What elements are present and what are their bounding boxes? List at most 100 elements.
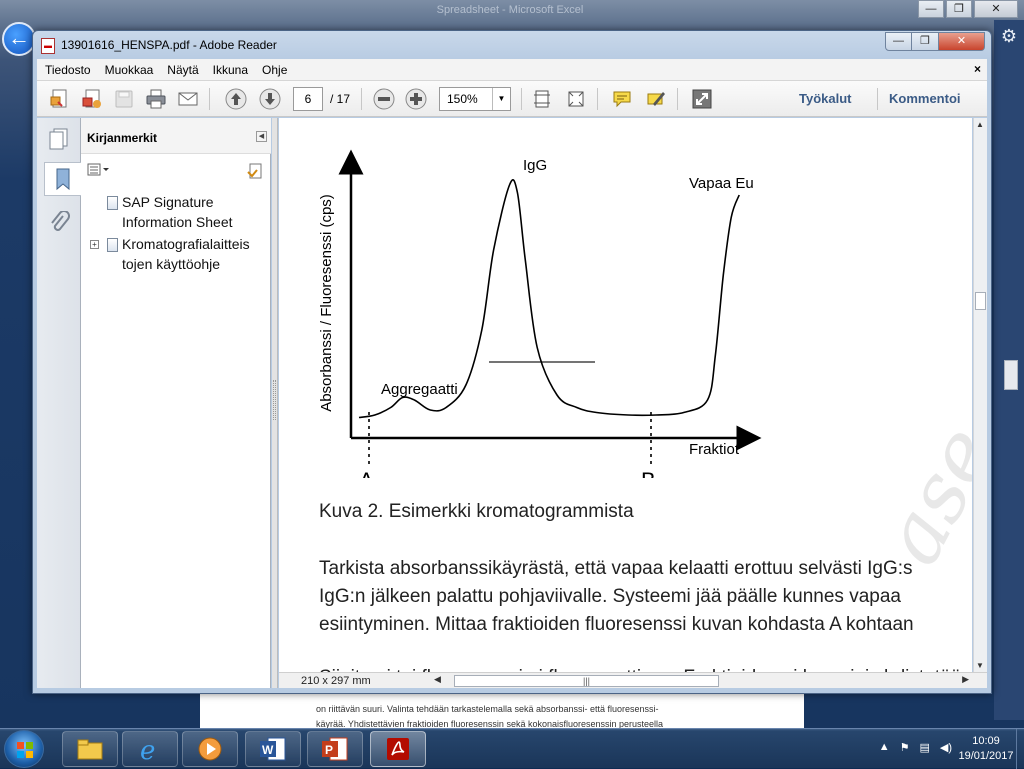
close-document-button[interactable]: ×	[974, 62, 981, 76]
gear-icon[interactable]: ⚙	[994, 26, 1024, 47]
adobe-reader-window: ▬ 13901616_HENSPA.pdf - Adobe Reader — ❐…	[32, 30, 992, 694]
scroll-right-icon[interactable]: ▶	[962, 674, 969, 685]
minimize-button[interactable]: —	[885, 32, 912, 51]
create-pdf-combine-icon[interactable]	[79, 86, 105, 112]
toolbar-separator	[877, 88, 878, 110]
panel-splitter[interactable]	[272, 118, 278, 688]
show-hidden-icons-icon[interactable]: ▲	[879, 741, 890, 754]
save-icon[interactable]	[111, 86, 137, 112]
maximize-button[interactable]: ❐	[912, 32, 939, 51]
body-line: esiintyminen. Mittaa fraktioiden fluores…	[319, 614, 914, 635]
menu-edit[interactable]: Muokkaa	[98, 63, 161, 77]
bookmark-label-line: SAP Signature	[122, 194, 214, 210]
bookmarks-icon[interactable]	[44, 162, 81, 196]
word-icon[interactable]: W	[245, 731, 301, 767]
email-icon[interactable]	[175, 86, 201, 112]
bookmark-options-icon[interactable]	[87, 163, 109, 180]
page-total-label: / 17	[330, 92, 351, 106]
toolbar-separator	[597, 88, 598, 110]
page-thumbnails-icon[interactable]	[44, 122, 74, 156]
tools-pane-button[interactable]: Työkalut	[799, 91, 852, 106]
title-bar[interactable]: ▬ 13901616_HENSPA.pdf - Adobe Reader — ❐…	[33, 31, 991, 59]
background-scrollbar[interactable]	[1004, 360, 1018, 390]
toolbar-separator	[521, 88, 522, 110]
background-window-buttons: — ❐ ✕	[918, 0, 1018, 18]
attachments-icon[interactable]	[44, 206, 74, 240]
print-icon[interactable]	[143, 86, 169, 112]
vertical-scroll-thumb[interactable]	[975, 292, 986, 310]
background-doc-line: on riittävän suuri. Valinta tehdään tark…	[316, 704, 659, 714]
toolbar: 6 / 17 150% ▼ Työkalut Kommentoi	[37, 81, 987, 117]
vertical-scrollbar[interactable]: ▲ ▼	[973, 118, 987, 688]
bookmarks-header: Kirjanmerkit ◀	[81, 118, 271, 154]
full-screen-icon[interactable]	[689, 86, 715, 112]
next-page-icon[interactable]	[257, 86, 283, 112]
expand-icon[interactable]: +	[90, 240, 99, 249]
menu-help[interactable]: Ohje	[255, 63, 294, 77]
menu-view[interactable]: Näytä	[160, 63, 205, 77]
fit-width-icon[interactable]	[563, 86, 589, 112]
bookmark-item[interactable]: SAP Signature Information Sheet	[122, 192, 233, 232]
create-pdf-icon[interactable]	[47, 86, 73, 112]
close-icon[interactable]: ✕	[974, 0, 1018, 18]
zoom-out-icon[interactable]	[371, 86, 397, 112]
navigation-pane-icons	[37, 118, 81, 688]
bookmarks-title: Kirjanmerkit	[87, 131, 158, 145]
maximize-icon[interactable]: ❐	[946, 0, 972, 18]
back-arrow-button[interactable]: ←	[2, 22, 36, 56]
bookmark-label-line: Kromatografialaitteis	[122, 236, 250, 252]
chevron-down-icon[interactable]: ▼	[492, 88, 510, 110]
bookmark-label-line: tojen käyttöohje	[122, 256, 221, 272]
horizontal-scroll-thumb[interactable]: |||	[454, 675, 719, 687]
comment-icon[interactable]	[609, 86, 635, 112]
status-bar: 210 x 297 mm ◀ ||| ▶	[279, 672, 987, 688]
bookmark-page-icon	[107, 196, 118, 210]
windows-logo-icon	[17, 742, 33, 758]
menu-window[interactable]: Ikkuna	[206, 63, 255, 77]
clock-time: 10:09	[972, 735, 1000, 747]
page-number-input[interactable]: 6	[293, 87, 323, 111]
collapse-panel-icon[interactable]: ◀	[256, 131, 267, 142]
powerpoint-icon[interactable]: P	[307, 731, 363, 767]
scroll-down-icon[interactable]: ▼	[976, 661, 984, 670]
background-window-title: Spreadsheet - Microsoft Excel	[436, 4, 584, 16]
horizontal-scrollbar[interactable]: ◀ ||| ▶	[404, 674, 969, 687]
marker-b-label: B	[641, 468, 656, 478]
previous-page-icon[interactable]	[223, 86, 249, 112]
scroll-left-icon[interactable]: ◀	[434, 674, 441, 685]
document-view[interactable]: ase Absorbanssi / Fluoresenssi (cps) Fra…	[279, 118, 972, 688]
y-axis-label: Absorbanssi / Fluoresenssi (cps)	[319, 194, 335, 412]
media-player-icon[interactable]	[182, 731, 238, 767]
zoom-level-select[interactable]: 150% ▼	[439, 87, 511, 111]
sign-icon[interactable]	[643, 86, 669, 112]
body-line: IgG:n jälkeen palattu pohjaviivalle. Sys…	[319, 586, 901, 607]
internet-explorer-icon[interactable]: e	[122, 731, 178, 767]
network-icon[interactable]: ▤	[919, 741, 929, 754]
menu-file[interactable]: Tiedosto	[37, 63, 98, 77]
menu-bar: Tiedosto Muokkaa Näytä Ikkuna Ohje ×	[37, 59, 987, 81]
volume-icon[interactable]: ◀)	[940, 741, 952, 754]
show-desktop-button[interactable]	[1016, 729, 1024, 769]
acrobat-icon[interactable]	[370, 731, 426, 767]
action-center-flag-icon[interactable]: ⚑	[900, 741, 910, 754]
minimize-icon[interactable]: —	[918, 0, 944, 18]
scroll-up-icon[interactable]: ▲	[976, 120, 984, 129]
splitter-grip[interactable]	[273, 380, 276, 420]
bookmarks-toolbar	[81, 154, 271, 188]
close-button[interactable]: ✕	[939, 32, 985, 51]
comment-pane-button[interactable]: Kommentoi	[889, 91, 961, 106]
bookmarks-panel: Kirjanmerkit ◀ SAP Signature Information…	[81, 118, 271, 688]
background-document: on riittävän suuri. Valinta tehdään tark…	[200, 694, 804, 730]
system-tray: ▲ ⚑ ▤ ◀)	[879, 741, 952, 754]
new-bookmark-icon[interactable]	[245, 162, 263, 183]
body-line: Tarkista absorbanssikäyrästä, että vapaa…	[319, 558, 913, 579]
start-button[interactable]	[4, 730, 44, 768]
clock[interactable]: 10:09 19/01/2017	[954, 734, 1018, 764]
file-explorer-icon[interactable]	[62, 731, 118, 767]
fit-page-icon[interactable]	[529, 86, 555, 112]
pdf-file-icon: ▬	[41, 38, 55, 54]
bookmark-item[interactable]: Kromatografialaitteis tojen käyttöohje	[122, 234, 250, 274]
toolbar-separator	[361, 88, 362, 110]
zoom-in-icon[interactable]	[403, 86, 429, 112]
toolbar-separator	[677, 88, 678, 110]
